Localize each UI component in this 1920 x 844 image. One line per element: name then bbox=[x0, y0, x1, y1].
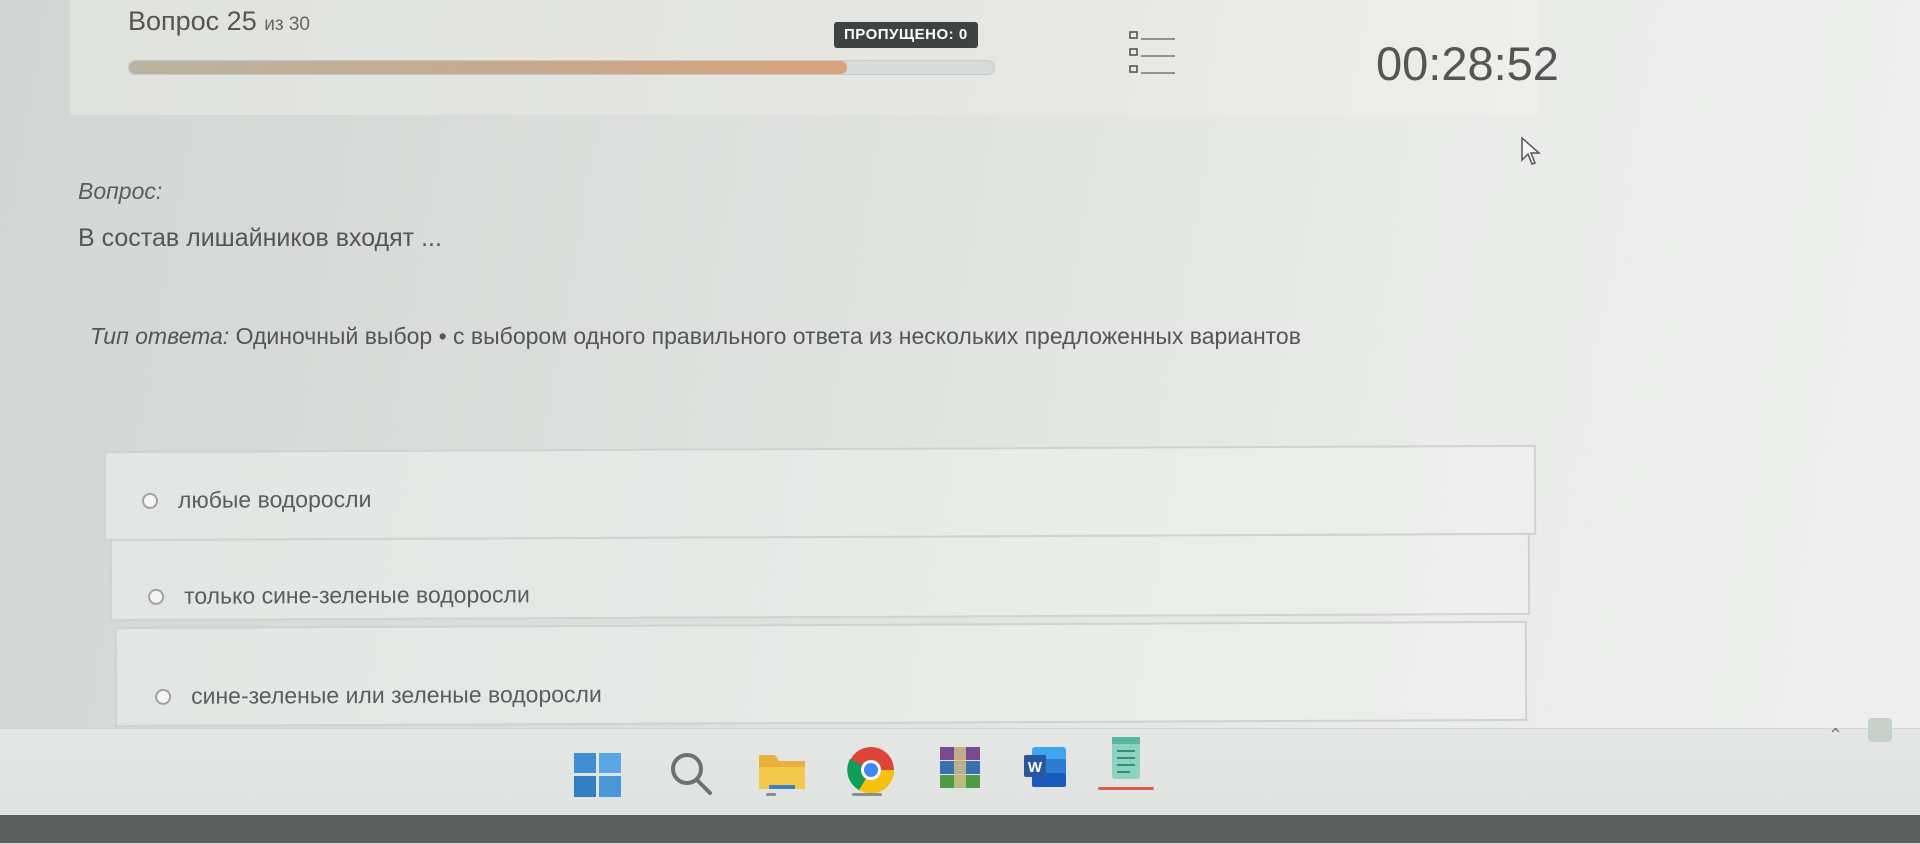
answer-option-text: сине-зеленые или зеленые водоросли bbox=[191, 680, 602, 709]
list-icon bbox=[1129, 31, 1175, 74]
radio-button[interactable] bbox=[141, 492, 159, 509]
tray-chevron-up-icon[interactable]: ⌃ bbox=[1828, 725, 1843, 746]
question-number: Вопрос 25 bbox=[128, 6, 257, 36]
countdown-timer: 00:28:52 bbox=[1376, 37, 1559, 90]
answer-type-label: Тип ответа: bbox=[90, 323, 230, 349]
radio-button[interactable] bbox=[148, 588, 165, 605]
answer-option[interactable]: сине-зеленые или зеленые водоросли bbox=[114, 620, 1528, 728]
question-text: В состав лишайников входят ... bbox=[78, 224, 442, 252]
windows-start-icon[interactable] bbox=[574, 751, 622, 799]
search-icon[interactable] bbox=[668, 749, 716, 799]
question-counter: Вопрос 25 из 30 bbox=[128, 6, 310, 37]
folder-icon bbox=[759, 755, 805, 789]
answer-option-text: только сине-зеленые водоросли bbox=[184, 581, 530, 609]
answer-type-value: Одиночный выбор • с выбором одного прави… bbox=[235, 323, 1301, 349]
word-logo-icon: W bbox=[1024, 747, 1066, 787]
running-indicator bbox=[852, 793, 882, 796]
skipped-counter-badge[interactable]: ПРОПУЩЕНО: 0 bbox=[834, 22, 978, 48]
running-indicator bbox=[766, 793, 776, 796]
answer-option-text: любые водоросли bbox=[177, 485, 372, 513]
chrome-icon[interactable] bbox=[846, 745, 896, 795]
tray-app-icon[interactable] bbox=[1868, 718, 1892, 742]
answer-option[interactable]: любые водоросли bbox=[103, 444, 1537, 542]
notepad-logo-icon bbox=[1112, 737, 1140, 779]
screen-bezel bbox=[0, 815, 1920, 843]
winrar-icon[interactable] bbox=[938, 745, 982, 791]
question-list-button[interactable] bbox=[1127, 30, 1177, 80]
svg-text:W: W bbox=[1028, 759, 1043, 776]
radio-button[interactable] bbox=[155, 688, 172, 705]
progress-fill bbox=[129, 61, 847, 74]
chrome-logo-icon bbox=[847, 747, 895, 794]
magnifier-icon bbox=[671, 753, 712, 795]
progress-bar bbox=[128, 60, 995, 75]
windows-logo-icon bbox=[574, 753, 621, 797]
question-total: из 30 bbox=[264, 14, 310, 35]
answer-option[interactable]: только сине-зеленые водоросли bbox=[109, 532, 1531, 622]
archive-books-icon bbox=[940, 747, 980, 788]
notepad-icon[interactable] bbox=[1106, 729, 1146, 787]
word-icon[interactable]: W bbox=[1022, 743, 1068, 791]
question-label: Вопрос: bbox=[78, 178, 163, 204]
mouse-cursor-icon bbox=[1521, 136, 1541, 165]
active-app-indicator bbox=[1098, 787, 1154, 790]
file-explorer-icon[interactable] bbox=[757, 745, 807, 795]
answer-type: Тип ответа: Одиночный выбор • с выбором … bbox=[90, 323, 1301, 350]
